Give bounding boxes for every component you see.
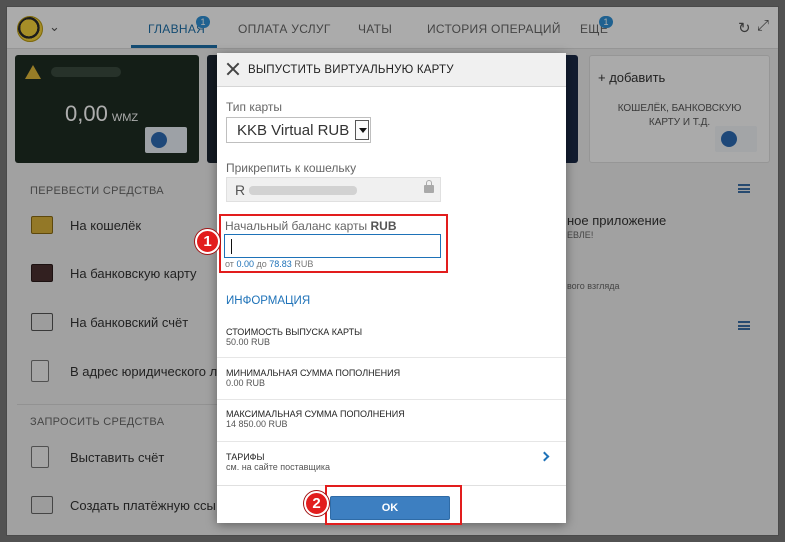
close-icon[interactable] — [226, 62, 240, 76]
card-type-label: Тип карты — [226, 100, 283, 114]
chevron-down-icon[interactable] — [355, 120, 369, 140]
card-type-value: KKB Virtual RUB — [237, 122, 350, 139]
step-2-badge: 2 — [304, 491, 329, 516]
info-row-issue-cost: СТОИМОСТЬ ВЫПУСКА КАРТЫ 50.00 RUB — [217, 317, 566, 358]
wallet-field: R — [226, 177, 441, 202]
step-1-badge: 1 — [195, 229, 220, 254]
info-row-tariffs[interactable]: ТАРИФЫ см. на сайте поставщика — [217, 442, 566, 485]
info-section-title: ИНФОРМАЦИЯ — [226, 295, 311, 307]
dialog-title: ВЫПУСТИТЬ ВИРТУАЛЬНУЮ КАРТУ — [248, 64, 454, 76]
info-row-max-topup: МАКСИМАЛЬНАЯ СУММА ПОПОЛНЕНИЯ 14 850.00 … — [217, 400, 566, 442]
info-row-min-topup: МИНИМАЛЬНАЯ СУММА ПОПОЛНЕНИЯ 0.00 RUB — [217, 358, 566, 400]
wallet-number-blurred — [249, 186, 357, 195]
wallet-label: Прикрепить к кошельку — [226, 161, 357, 175]
lock-icon — [424, 180, 434, 193]
card-type-select[interactable]: KKB Virtual RUB — [226, 117, 371, 143]
highlight-ok-button — [325, 485, 462, 525]
highlight-balance-field — [219, 214, 448, 273]
dialog-header: ВЫПУСТИТЬ ВИРТУАЛЬНУЮ КАРТУ — [217, 53, 566, 87]
wallet-prefix: R — [235, 182, 246, 198]
virtual-card-dialog: ВЫПУСТИТЬ ВИРТУАЛЬНУЮ КАРТУ Тип карты KK… — [217, 53, 566, 523]
